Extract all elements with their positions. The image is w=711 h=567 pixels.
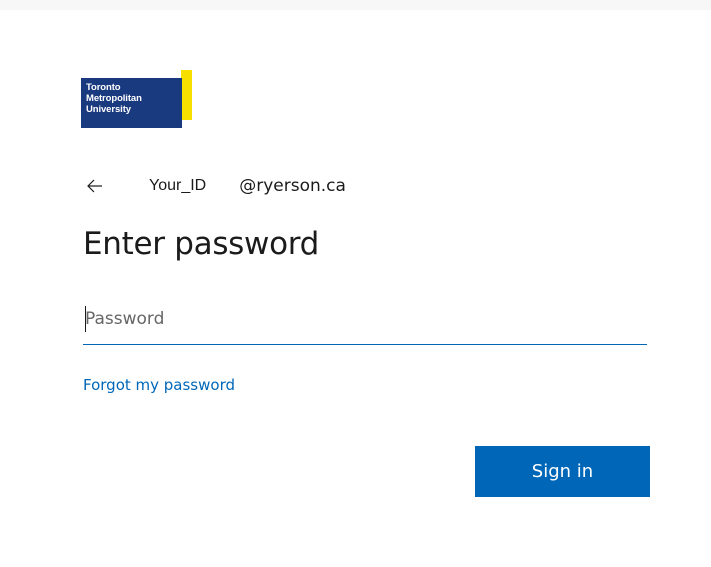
sign-in-button[interactable]: Sign in	[475, 446, 650, 497]
logo-blue-block: Toronto Metropolitan University	[81, 78, 182, 128]
password-field-wrapper	[83, 300, 651, 345]
forgot-password-link[interactable]: Forgot my password	[83, 376, 235, 394]
text-caret	[85, 306, 86, 332]
identity-row: Your_ID @ryerson.ca	[85, 173, 346, 199]
top-strip	[0, 0, 711, 10]
back-arrow-icon[interactable]	[85, 176, 105, 196]
logo-yellow-bar	[181, 70, 192, 120]
logo-text: Toronto Metropolitan University	[86, 82, 142, 115]
user-id: Your_ID	[149, 177, 207, 194]
user-domain: @ryerson.ca	[239, 176, 346, 196]
password-input[interactable]	[83, 300, 651, 338]
page-title: Enter password	[83, 226, 320, 262]
university-logo: Toronto Metropolitan University	[81, 70, 193, 128]
